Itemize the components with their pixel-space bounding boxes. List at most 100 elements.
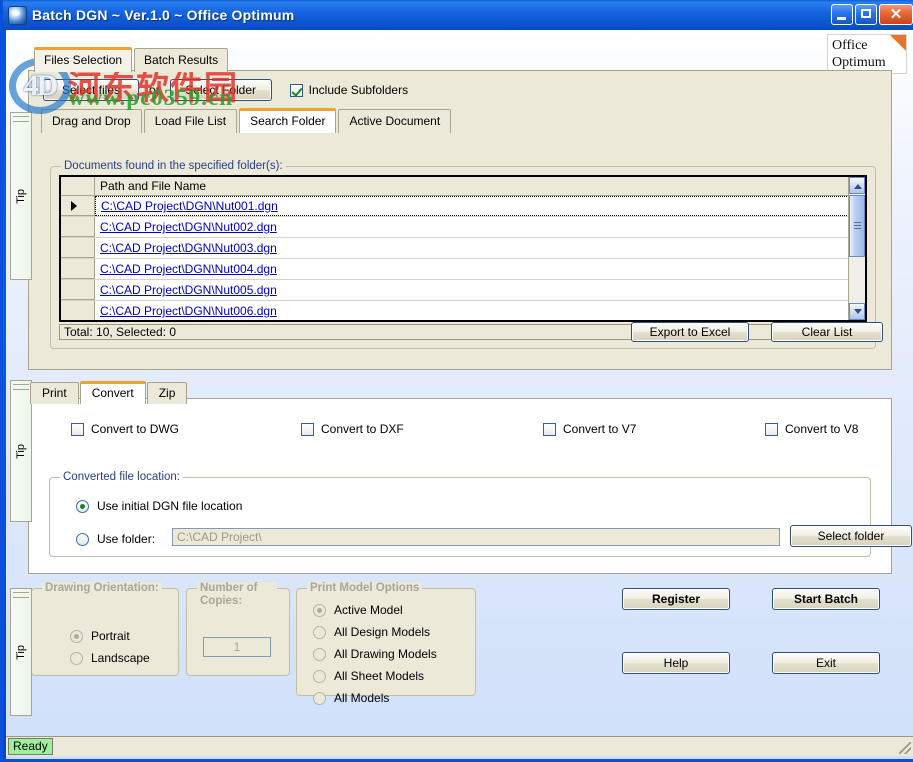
tip-tab-3[interactable]: Tip (10, 588, 32, 716)
minimize-icon (832, 5, 852, 24)
tip-tab-label: Tip (15, 443, 27, 459)
app-icon (8, 5, 27, 25)
files-grid-scrollbar[interactable] (848, 177, 865, 320)
grid-header-indicator-cell (61, 177, 95, 195)
convert-to-dxf-label: Convert to DXF (321, 422, 404, 436)
row-path-cell[interactable]: C:\CAD Project\DGN\Nut004.dgn (95, 259, 865, 279)
row-indicator (61, 259, 95, 279)
number-of-copies-legend: Number of Copies: (197, 582, 277, 608)
convert-to-dwg-checkbox[interactable] (71, 422, 84, 436)
row-path-cell[interactable]: C:\CAD Project\DGN\Nut002.dgn (95, 217, 865, 237)
number-of-copies-group: Number of Copies: (186, 582, 290, 676)
table-row[interactable]: C:\CAD Project\DGN\Nut004.dgn (61, 259, 865, 280)
close-button[interactable]: ✕ (879, 4, 913, 25)
converted-file-location-legend: Converted file location: (60, 471, 183, 483)
help-button[interactable]: Help (622, 652, 730, 674)
convert-to-dxf-checkbox[interactable] (301, 422, 314, 436)
row-indicator (61, 196, 95, 216)
export-to-excel-button[interactable]: Export to Excel (631, 322, 749, 342)
row-path-cell[interactable]: C:\CAD Project\DGN\Nut003.dgn (95, 238, 865, 258)
scroll-down-icon[interactable] (849, 303, 865, 320)
minimize-button[interactable] (831, 4, 853, 25)
title-bar: Batch DGN ~ Ver.1.0 ~ Office Optimum ✕ (3, 0, 913, 30)
register-button[interactable]: Register (622, 588, 730, 610)
convert-to-dxf-option[interactable]: Convert to DXF (301, 422, 543, 436)
maximize-button[interactable] (855, 4, 877, 25)
landscape-label: Landscape (91, 651, 150, 665)
file-path-link[interactable]: C:\CAD Project\DGN\Nut006.dgn (100, 304, 277, 318)
row-path-cell[interactable]: C:\CAD Project\DGN\Nut005.dgn (95, 280, 865, 300)
file-path-link[interactable]: C:\CAD Project\DGN\Nut004.dgn (100, 262, 277, 276)
all-design-models-radio (313, 625, 326, 639)
tip-tab-2[interactable]: Tip (10, 380, 32, 522)
all-models-label: All Models (334, 691, 390, 705)
tab-active-document[interactable]: Active Document (338, 109, 452, 133)
select-folder-output-button[interactable]: Select folder (790, 525, 912, 547)
orientation-landscape-option: Landscape (70, 651, 150, 665)
tab-print[interactable]: Print (30, 382, 79, 404)
window-controls: ✕ (831, 4, 913, 25)
select-folder-button[interactable]: Select Folder (169, 79, 272, 101)
tab-convert[interactable]: Convert (79, 381, 146, 404)
landscape-radio (70, 651, 83, 665)
status-bar: Ready (6, 736, 913, 756)
convert-to-v8-label: Convert to V8 (785, 422, 859, 436)
tab-search-folder[interactable]: Search Folder (239, 108, 337, 133)
tab-zip[interactable]: Zip (146, 382, 188, 404)
convert-to-v7-option[interactable]: Convert to V7 (543, 422, 765, 436)
active-model-label: Active Model (334, 603, 403, 617)
file-path-link[interactable]: C:\CAD Project\DGN\Nut001.dgn (101, 199, 278, 213)
table-row[interactable]: C:\CAD Project\DGN\Nut001.dgn (61, 196, 865, 217)
scrollbar-thumb[interactable] (849, 195, 865, 257)
file-path-link[interactable]: C:\CAD Project\DGN\Nut002.dgn (100, 220, 277, 234)
table-row[interactable]: C:\CAD Project\DGN\Nut005.dgn (61, 280, 865, 301)
use-folder-option[interactable]: Use folder: (76, 532, 155, 546)
tab-files-selection[interactable]: Files Selection (34, 47, 133, 72)
window-frame: Batch DGN ~ Ver.1.0 ~ Office Optimum ✕ O… (0, 0, 913, 762)
convert-to-v7-checkbox[interactable] (543, 422, 556, 436)
status-badge: Ready (8, 738, 53, 755)
files-grid-header: Path and File Name (61, 177, 865, 196)
tab-batch-results[interactable]: Batch Results (134, 48, 229, 72)
drawing-orientation-group: Drawing Orientation: Portrait Landscape (31, 582, 179, 676)
scroll-up-icon[interactable] (849, 177, 865, 194)
resize-gripper-icon[interactable] (899, 742, 911, 754)
tip-tab-label: Tip (15, 644, 27, 660)
exit-button[interactable]: Exit (772, 652, 880, 674)
file-path-link[interactable]: C:\CAD Project\DGN\Nut005.dgn (100, 283, 277, 297)
tip-tab-1[interactable]: Tip (10, 112, 32, 280)
row-indicator (61, 301, 95, 320)
tab-load-file-list[interactable]: Load File List (143, 109, 238, 133)
convert-to-v8-option[interactable]: Convert to V8 (765, 422, 858, 436)
use-folder-radio[interactable] (76, 532, 89, 546)
table-row[interactable]: C:\CAD Project\DGN\Nut003.dgn (61, 238, 865, 259)
window-title: Batch DGN ~ Ver.1.0 ~ Office Optimum (32, 7, 295, 23)
table-row[interactable]: C:\CAD Project\DGN\Nut002.dgn (61, 217, 865, 238)
include-subfolders-checkbox[interactable] (289, 83, 303, 97)
output-tab-bar: Print Convert Zip (30, 381, 188, 404)
model-active-option: Active Model (313, 603, 403, 617)
row-path-cell[interactable]: C:\CAD Project\DGN\Nut006.dgn (95, 301, 865, 320)
folder-path-input[interactable] (172, 528, 780, 546)
convert-to-dwg-option[interactable]: Convert to DWG (71, 422, 301, 436)
row-path-cell[interactable]: C:\CAD Project\DGN\Nut001.dgn (95, 196, 865, 216)
model-all-drawing-option: All Drawing Models (313, 647, 437, 661)
table-row[interactable]: C:\CAD Project\DGN\Nut006.dgn (61, 301, 865, 320)
converted-file-location-group: Converted file location: Use initial DGN… (49, 471, 912, 557)
start-batch-button[interactable]: Start Batch (772, 588, 880, 610)
convert-to-dwg-label: Convert to DWG (91, 422, 180, 436)
logo-triangle-icon (890, 35, 906, 51)
convert-panel: Convert to DWG Convert to DXF Convert to… (28, 398, 912, 574)
all-sheet-models-radio (313, 669, 326, 683)
use-initial-location-option[interactable]: Use initial DGN file location (76, 499, 242, 513)
clear-list-button[interactable]: Clear List (771, 322, 883, 342)
row-indicator (61, 280, 95, 300)
use-initial-location-label: Use initial DGN file location (97, 499, 243, 513)
use-initial-location-radio[interactable] (76, 499, 89, 513)
tip-tab-label: Tip (15, 188, 27, 204)
convert-to-v8-checkbox[interactable] (765, 422, 778, 436)
close-icon: ✕ (889, 6, 903, 23)
main-tab-bar: Files Selection Batch Results (34, 47, 230, 72)
portrait-label: Portrait (91, 629, 130, 643)
file-path-link[interactable]: C:\CAD Project\DGN\Nut003.dgn (100, 241, 277, 255)
